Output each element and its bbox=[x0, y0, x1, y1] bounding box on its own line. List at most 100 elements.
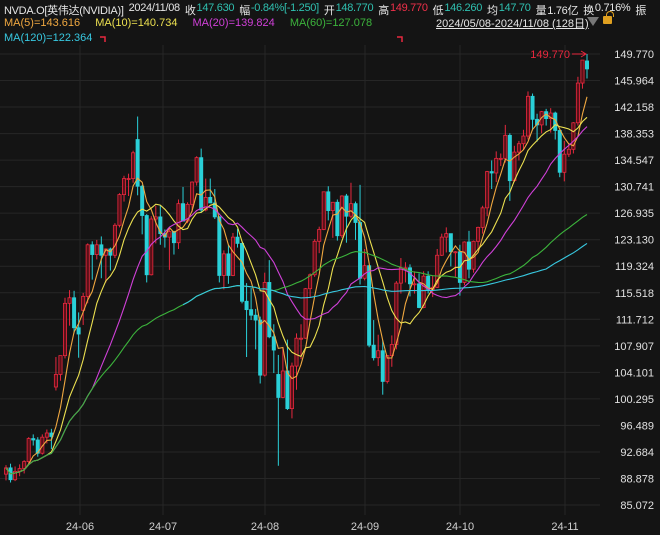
y-tick-label: 142.158 bbox=[614, 102, 654, 114]
candle-down bbox=[335, 201, 340, 237]
marker-icon bbox=[397, 36, 403, 42]
y-tick-label: 138.353 bbox=[614, 129, 654, 141]
candle-up bbox=[289, 365, 294, 410]
candle-up bbox=[126, 178, 131, 180]
candle-up bbox=[167, 231, 172, 238]
y-tick-label: 145.964 bbox=[614, 76, 654, 88]
candle-up bbox=[58, 355, 63, 375]
candle-down bbox=[353, 203, 358, 223]
candle-down bbox=[181, 203, 186, 222]
candle-up bbox=[122, 178, 127, 196]
candle-down bbox=[448, 233, 453, 253]
candle-down bbox=[489, 171, 494, 174]
candle-up bbox=[498, 157, 503, 160]
candle-up bbox=[131, 152, 136, 179]
x-tick-label: 24-10 bbox=[446, 521, 474, 533]
candle-up bbox=[339, 195, 344, 237]
x-tick-label: 24-06 bbox=[66, 521, 94, 533]
candle-down bbox=[99, 244, 104, 256]
x-tick-label: 24-09 bbox=[351, 521, 379, 533]
candle-down bbox=[199, 157, 204, 211]
candle-up bbox=[566, 148, 571, 155]
candle-down bbox=[285, 370, 290, 410]
candle-down bbox=[326, 191, 331, 212]
candle-up bbox=[525, 95, 530, 137]
candle-up bbox=[394, 282, 399, 345]
candle-up bbox=[190, 181, 195, 205]
candle-up bbox=[330, 201, 335, 212]
candle-down bbox=[208, 196, 213, 204]
candle-up bbox=[117, 194, 122, 226]
candle-up bbox=[194, 157, 199, 183]
candle-up bbox=[230, 236, 235, 276]
candle-down bbox=[380, 350, 385, 382]
candle-up bbox=[294, 337, 299, 367]
candle-up bbox=[453, 251, 458, 254]
ma5-line bbox=[5, 96, 588, 475]
candle-up bbox=[516, 143, 521, 153]
candle-down bbox=[31, 438, 36, 441]
candle-up bbox=[444, 233, 449, 238]
candle-down bbox=[76, 327, 81, 335]
candle-up bbox=[575, 82, 580, 124]
candle-up bbox=[303, 288, 308, 339]
x-tick-label: 24-11 bbox=[551, 521, 578, 533]
y-tick-label: 134.547 bbox=[614, 155, 654, 167]
candle-up bbox=[221, 253, 226, 276]
candle-up bbox=[376, 350, 381, 359]
candle-up bbox=[94, 244, 99, 255]
y-tick-label: 126.935 bbox=[614, 208, 654, 220]
candle-down bbox=[235, 236, 240, 244]
ma10-line bbox=[5, 116, 588, 475]
candlestick-chart[interactable]: 149.770 145.964 142.158 138.353 134.547 130.7… bbox=[0, 0, 660, 535]
candle-down bbox=[585, 60, 590, 70]
candle-up bbox=[280, 370, 285, 398]
candle-up bbox=[476, 226, 481, 242]
y-tick-label: 149.770 bbox=[614, 49, 654, 61]
candle-up bbox=[317, 229, 322, 242]
y-tick-label: 85.072 bbox=[620, 500, 654, 512]
candle-up bbox=[412, 283, 417, 286]
candle-up bbox=[312, 240, 317, 276]
candle-up bbox=[321, 191, 326, 230]
candle-up bbox=[439, 236, 444, 256]
candle-up bbox=[480, 207, 485, 228]
y-tick-label: 107.907 bbox=[614, 341, 654, 353]
candle-up bbox=[262, 282, 267, 376]
candle-up bbox=[580, 59, 585, 84]
candle-down bbox=[258, 319, 263, 376]
candle-down bbox=[253, 314, 258, 321]
y-tick-label: 104.101 bbox=[614, 367, 654, 379]
y-tick-label: 119.324 bbox=[615, 261, 654, 273]
candle-down bbox=[140, 185, 145, 216]
candle-down bbox=[466, 241, 471, 270]
candle-up bbox=[385, 355, 390, 382]
x-tick-label: 24-07 bbox=[149, 521, 177, 533]
candle-down bbox=[417, 283, 422, 308]
candle-down bbox=[171, 231, 176, 244]
candle-up bbox=[112, 224, 117, 256]
candle-down bbox=[249, 309, 254, 316]
candle-down bbox=[507, 134, 512, 182]
candle-down bbox=[90, 244, 95, 255]
candle-down bbox=[267, 282, 272, 338]
y-tick-label: 130.741 bbox=[614, 182, 654, 194]
candle-down bbox=[557, 130, 562, 173]
candle-up bbox=[53, 374, 58, 388]
y-tick-label: 88.878 bbox=[620, 473, 654, 485]
y-tick-label: 100.295 bbox=[614, 394, 654, 406]
candle-up bbox=[85, 244, 90, 297]
candle-down bbox=[344, 195, 349, 217]
candle-up bbox=[44, 432, 49, 438]
candle-down bbox=[367, 265, 372, 346]
candle-up bbox=[299, 337, 304, 340]
y-tick-label: 92.684 bbox=[620, 447, 654, 459]
max-price-label: 149.770 bbox=[530, 49, 570, 61]
y-tick-label: 123.130 bbox=[614, 235, 654, 247]
candle-up bbox=[63, 302, 68, 357]
candle-up bbox=[26, 438, 31, 462]
candle-up bbox=[521, 135, 526, 145]
candle-down bbox=[72, 297, 77, 329]
candle-down bbox=[358, 222, 363, 279]
candle-up bbox=[67, 297, 72, 304]
